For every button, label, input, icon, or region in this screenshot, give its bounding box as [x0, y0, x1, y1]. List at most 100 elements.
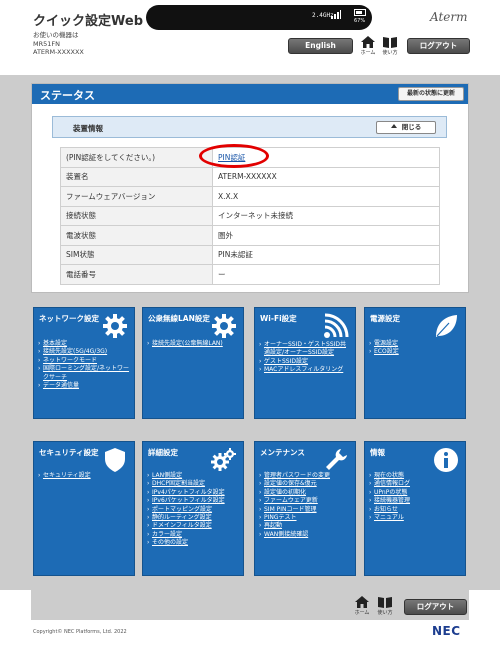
- link-wan-check[interactable]: WAN側接続確認: [259, 531, 351, 540]
- home-icon: [355, 596, 369, 608]
- battery-icon: [354, 9, 366, 16]
- link-port-mapping[interactable]: ポートマッピング設定: [147, 506, 239, 515]
- link-security-settings[interactable]: セキュリティ設定: [38, 472, 130, 481]
- row-label: (PIN認証をしてください。): [60, 147, 213, 168]
- table-row: 接続状態 インターネット未接続: [60, 205, 440, 226]
- tile-information: 情報 現在の状態 通信情報ログ UPnPの状態 接続機器管理 お知らせ マニュア…: [364, 441, 466, 576]
- english-button[interactable]: English: [288, 38, 353, 54]
- tile-title: 電源設定: [370, 314, 400, 323]
- link-public-wlan-settings[interactable]: 接続先設定(公衆無線LAN): [147, 340, 239, 349]
- signal-icon: [331, 10, 341, 19]
- guide-label: 使い方: [382, 50, 398, 56]
- guide-button[interactable]: 使い方: [380, 36, 400, 56]
- tile-title: Wi-Fi設定: [260, 314, 297, 323]
- tile-public-wlan: 公衆無線LAN設定 接続先設定(公衆無線LAN): [142, 307, 244, 419]
- tile-power-settings: 電源設定 電源設定 ECO設定: [364, 307, 466, 419]
- link-eco-settings[interactable]: ECO設定: [369, 348, 461, 357]
- row-label: 装置名: [60, 166, 213, 187]
- link-roaming-settings[interactable]: 国際ローミング設定/ネットワークサーチ: [38, 365, 130, 382]
- table-row: 電波状態 圏外: [60, 225, 440, 246]
- copyright: Copyright© NEC Platforms, Ltd. 2022: [33, 629, 127, 635]
- row-label: 電話番号: [60, 264, 213, 285]
- tile-links: セキュリティ設定: [38, 472, 130, 481]
- tile-title: セキュリティ設定: [39, 448, 99, 457]
- home-label: ホーム: [354, 610, 370, 616]
- tile-advanced-settings: 詳細設定 LAN側設定 DHCP固定割当設定 IPv4パケットフィルタ設定 IP…: [142, 441, 244, 576]
- table-row: ファームウェアバージョン X.X.X: [60, 186, 440, 207]
- link-save-restore[interactable]: 設定値の保存&復元: [259, 480, 351, 489]
- link-domain-filter[interactable]: ドメインフィルタ設定: [147, 522, 239, 531]
- tile-links: オーナーSSID・ゲストSSID共通設定/オーナーSSID設定 ゲストSSID設…: [259, 341, 351, 375]
- link-ipv6-filter[interactable]: IPv6パケットフィルタ設定: [147, 497, 239, 506]
- gear-icon: [103, 314, 127, 338]
- link-guest-ssid[interactable]: ゲストSSID設定: [259, 358, 351, 367]
- highlight-circle: [199, 144, 269, 168]
- tile-links: 基本設定 接続先設定(5G/4G/3G) ネットワークモード 国際ローミング設定…: [38, 340, 130, 391]
- logout-button-bottom[interactable]: ログアウト: [404, 599, 467, 615]
- shield-icon: [105, 448, 125, 472]
- tile-maintenance: メンテナンス 管理者パスワードの変更 設定値の保存&復元 設定値の初期化 ファー…: [254, 441, 356, 576]
- link-owner-ssid[interactable]: オーナーSSID・ゲストSSID共通設定/オーナーSSID設定: [259, 341, 351, 358]
- tile-links: 電源設定 ECO設定: [369, 340, 461, 357]
- tile-title: メンテナンス: [260, 448, 305, 457]
- row-label: ファームウェアバージョン: [60, 186, 213, 207]
- tile-links: 接続先設定(公衆無線LAN): [147, 340, 239, 349]
- link-data-usage[interactable]: データ通信量: [38, 382, 130, 391]
- status-table: (PIN認証をしてください。) PIN認証 装置名 ATERM-XXXXXX フ…: [60, 147, 440, 285]
- link-color-settings[interactable]: カラー設定: [147, 531, 239, 540]
- link-comm-log[interactable]: 通信情報ログ: [369, 480, 461, 489]
- link-factory-reset[interactable]: 設定値の初期化: [259, 489, 351, 498]
- guide-label: 使い方: [377, 610, 393, 616]
- link-device-management[interactable]: 接続機器管理: [369, 497, 461, 506]
- close-label: 閉じる: [401, 123, 422, 131]
- tile-links: 管理者パスワードの変更 設定値の保存&復元 設定値の初期化 ファームウェア更新 …: [259, 472, 351, 540]
- home-icon: [361, 36, 375, 48]
- nec-logo: NEC: [432, 624, 461, 638]
- row-value: PIN未認証: [212, 244, 440, 265]
- link-reboot[interactable]: 再起動: [259, 522, 351, 531]
- gear-icon: [212, 314, 236, 338]
- tile-network-settings: ネットワーク設定 基本設定 接続先設定(5G/4G/3G) ネットワークモード …: [33, 307, 135, 419]
- link-firmware-update[interactable]: ファームウェア更新: [259, 497, 351, 506]
- tile-title: ネットワーク設定: [39, 314, 99, 323]
- link-notices[interactable]: お知らせ: [369, 506, 461, 515]
- table-row: 電話番号 ー: [60, 264, 440, 285]
- leaf-icon: [436, 315, 457, 337]
- home-button[interactable]: ホーム: [358, 36, 378, 56]
- book-icon: [383, 37, 397, 48]
- link-network-mode[interactable]: ネットワークモード: [38, 357, 130, 366]
- home-button-bottom[interactable]: ホーム: [352, 596, 372, 616]
- row-value: ATERM-XXXXXX: [212, 166, 440, 187]
- status-title: ステータス: [40, 89, 95, 102]
- logout-button[interactable]: ログアウト: [407, 38, 470, 54]
- battery-percent: 67%: [354, 18, 366, 24]
- link-connection-settings[interactable]: 接続先設定(5G/4G/3G): [38, 348, 130, 357]
- tile-links: LAN側設定 DHCP固定割当設定 IPv4パケットフィルタ設定 IPv6パケッ…: [147, 472, 239, 548]
- header: クイック設定Web お使いの機器は MR51FN ATERM-XXXXXX 2.…: [0, 0, 500, 75]
- wifi-icon: [324, 313, 349, 338]
- link-sim-pin[interactable]: SIM PINコード管理: [259, 506, 351, 515]
- gears-icon: [211, 448, 236, 471]
- app-title: クイック設定Web: [33, 14, 143, 29]
- guide-button-bottom[interactable]: 使い方: [375, 596, 395, 616]
- device-model: MR51FN: [33, 39, 60, 48]
- table-row: 装置名 ATERM-XXXXXX: [60, 166, 440, 187]
- home-label: ホーム: [360, 50, 376, 56]
- link-ipv4-filter[interactable]: IPv4パケットフィルタ設定: [147, 489, 239, 498]
- link-dhcp-fixed[interactable]: DHCP固定割当設定: [147, 480, 239, 489]
- link-upnp-status[interactable]: UPnPの状態: [369, 489, 461, 498]
- row-value: X.X.X: [212, 186, 440, 207]
- row-label: 電波状態: [60, 225, 213, 246]
- refresh-button[interactable]: 最新の状態に更新: [398, 87, 464, 101]
- close-section-button[interactable]: 閉じる: [376, 121, 436, 134]
- link-other-settings[interactable]: その他の設定: [147, 539, 239, 548]
- link-mac-filter[interactable]: MACアドレスフィルタリング: [259, 366, 351, 375]
- tile-links: 現在の状態 通信情報ログ UPnPの状態 接続機器管理 お知らせ マニュアル: [369, 472, 461, 523]
- link-manual[interactable]: マニュアル: [369, 514, 461, 523]
- device-info-section: 装置情報 閉じる: [52, 116, 447, 138]
- device-label: お使いの機器は: [33, 31, 79, 39]
- brand-logo: Aterm: [430, 10, 468, 24]
- table-row: SIM状態 PIN未認証: [60, 244, 440, 265]
- tile-security-settings: セキュリティ設定 セキュリティ設定: [33, 441, 135, 576]
- device-info: お使いの機器は MR51FN ATERM-XXXXXX: [33, 31, 84, 57]
